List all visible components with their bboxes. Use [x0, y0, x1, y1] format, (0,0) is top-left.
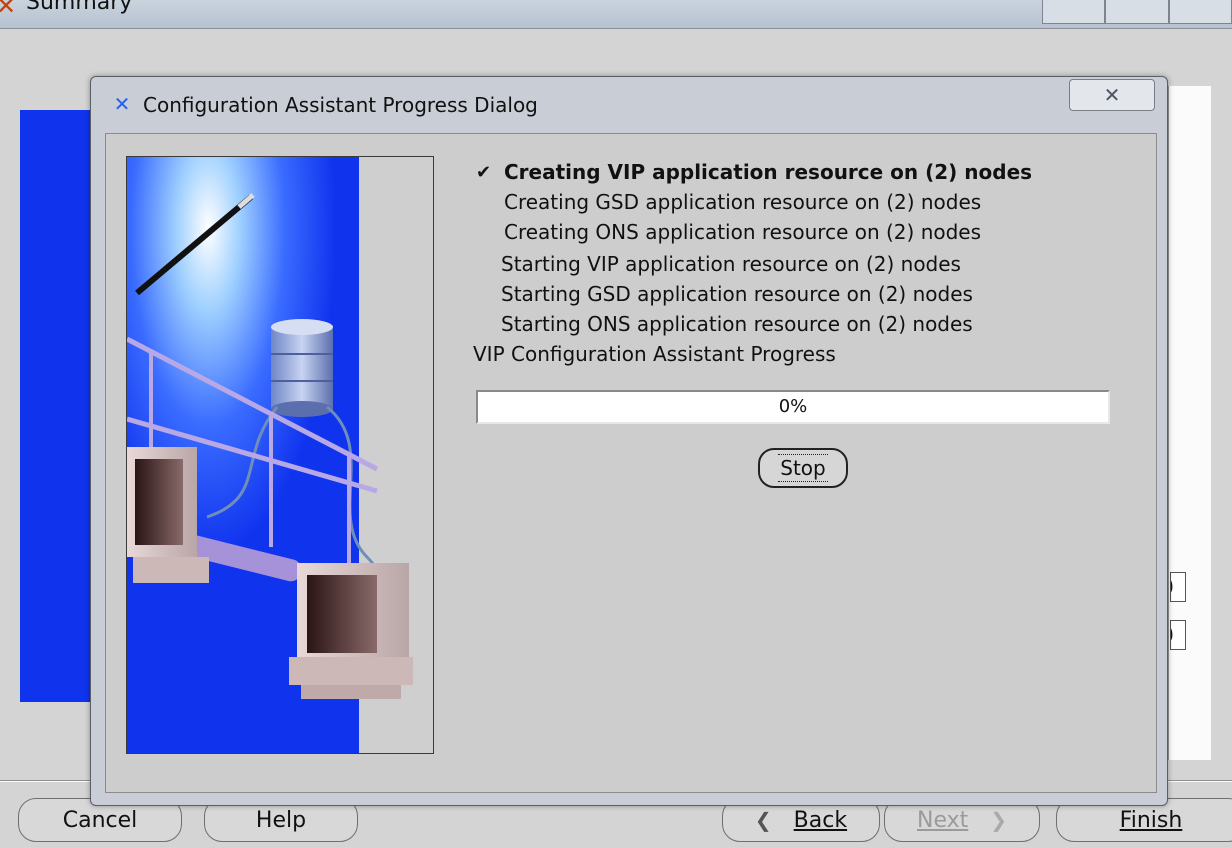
oracle-app-icon: ✕	[113, 92, 131, 116]
parent-field-2[interactable]: 0	[1170, 620, 1186, 650]
oracle-app-icon: ✕	[0, 0, 17, 20]
progress-percent: 0%	[778, 396, 808, 417]
next-button-label: Next	[916, 807, 969, 833]
dialog-title-bar[interactable]: ✕ Configuration Assistant Progress Dialo…	[91, 77, 1167, 127]
task-item: Creating ONS application resource on (2)…	[504, 220, 982, 244]
parent-window-title: Summary	[26, 0, 133, 15]
progress-bar: 0%	[476, 390, 1110, 424]
parent-side-panel	[20, 110, 100, 702]
parent-content-area	[1168, 86, 1211, 760]
chevron-left-icon: ❮	[754, 808, 772, 832]
back-button-label: Back	[793, 807, 848, 833]
dialog-body: ✔ Creating VIP application resource on (…	[105, 133, 1157, 793]
parent-minimize-button[interactable]	[1042, 0, 1106, 24]
current-task-arrow-icon: ✔	[476, 162, 492, 183]
task-item: Starting VIP application resource on (2)…	[501, 252, 961, 276]
task-item: Creating GSD application resource on (2)…	[504, 190, 982, 214]
task-item: Creating VIP application resource on (2)…	[504, 160, 1033, 184]
progress-label: VIP Configuration Assistant Progress	[473, 342, 836, 366]
close-icon: ✕	[1103, 83, 1121, 107]
dialog-close-button[interactable]: ✕	[1069, 79, 1155, 111]
stop-button-label: Stop	[778, 454, 828, 482]
help-button-label: Help	[255, 807, 307, 833]
cancel-button-label: Cancel	[62, 807, 138, 833]
finish-button-label: Finish	[1119, 807, 1183, 833]
task-item: Starting ONS application resource on (2)…	[501, 312, 973, 336]
parent-window-controls	[1042, 0, 1232, 24]
task-item: Starting GSD application resource on (2)…	[501, 282, 973, 306]
progress-dialog: ✕ Configuration Assistant Progress Dialo…	[90, 76, 1168, 806]
chevron-right-icon: ❯	[990, 808, 1008, 832]
parent-close-button[interactable]	[1168, 0, 1232, 24]
parent-field-1[interactable]: 0	[1170, 572, 1186, 602]
parent-title-bar: ✕ Summary	[0, 0, 1232, 29]
dialog-title: Configuration Assistant Progress Dialog	[143, 93, 538, 117]
parent-maximize-button[interactable]	[1105, 0, 1169, 24]
network-illustration	[126, 156, 434, 754]
stop-button[interactable]: Stop	[758, 448, 848, 488]
